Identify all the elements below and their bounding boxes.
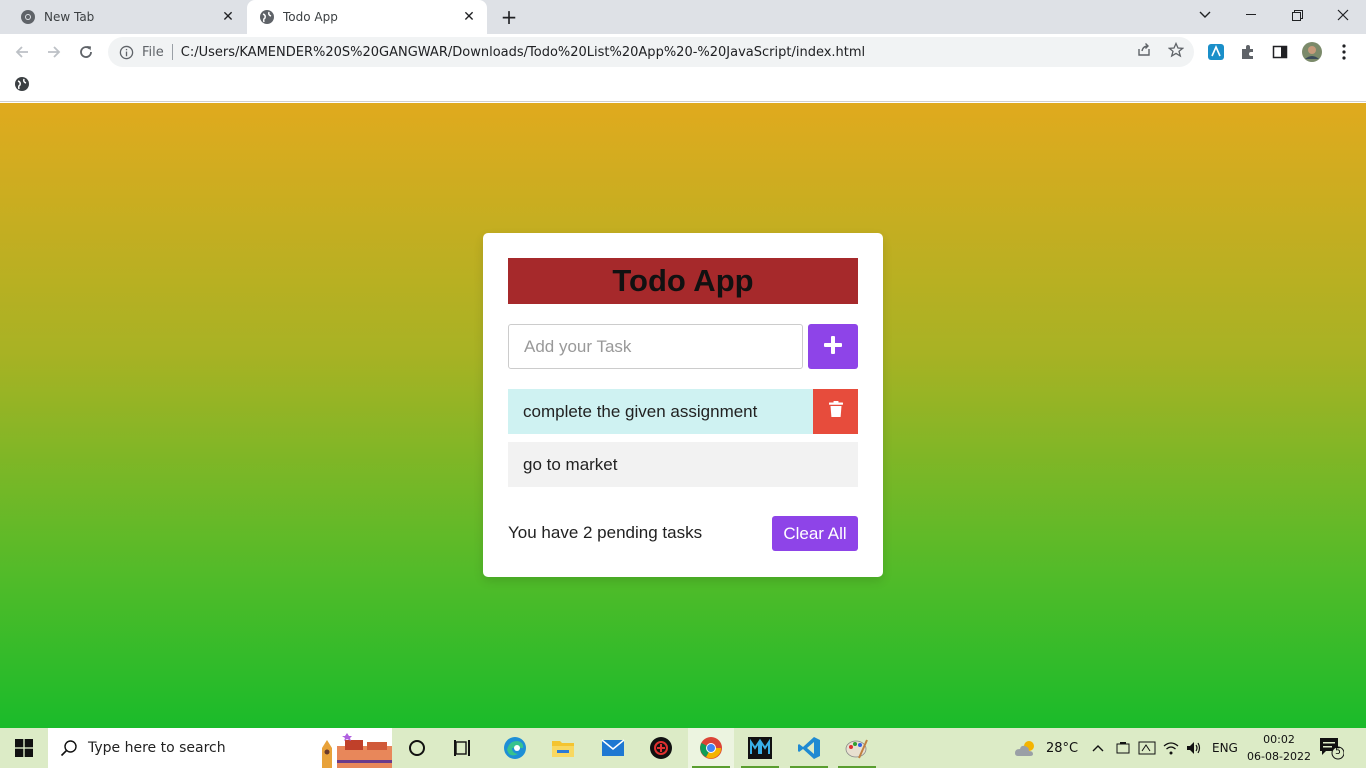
weather-widget[interactable]: 28°C xyxy=(1014,728,1078,768)
todo-item-text: complete the given assignment xyxy=(523,401,758,421)
cortana-icon[interactable] xyxy=(394,728,440,768)
back-button[interactable] xyxy=(8,38,36,66)
input-indicator-icon[interactable] xyxy=(1138,728,1156,768)
todo-item-text: go to market xyxy=(523,454,618,474)
app-title: Todo App xyxy=(508,258,858,304)
forward-button[interactable] xyxy=(40,38,68,66)
taskbar: Type here to search 28°C ENG 00:02 06-08… xyxy=(0,728,1366,768)
todo-item[interactable]: complete the given assignment xyxy=(508,389,858,434)
close-icon[interactable]: ✕ xyxy=(218,7,238,27)
tab-title: New Tab xyxy=(44,10,95,24)
chevron-up-icon xyxy=(1092,745,1104,752)
extension-app-icon[interactable] xyxy=(1206,42,1226,62)
info-icon[interactable] xyxy=(118,44,134,60)
app-red-logo-icon[interactable] xyxy=(638,728,684,768)
page-background: Todo App complete the given assignment g… xyxy=(0,103,1366,728)
chrome-icon xyxy=(20,9,36,25)
search-highlight-illustration xyxy=(322,733,392,768)
tab-search-icon[interactable] xyxy=(1182,0,1228,30)
clear-all-button[interactable]: Clear All xyxy=(772,516,858,551)
tab-strip: New Tab ✕ Todo App ✕ + xyxy=(0,0,1366,34)
bookmarks-bar xyxy=(0,70,1366,102)
delete-task-button[interactable] xyxy=(813,389,858,434)
app-blue-mm-icon[interactable] xyxy=(737,728,783,768)
mail-icon[interactable] xyxy=(590,728,636,768)
separator xyxy=(171,44,173,60)
task-input[interactable] xyxy=(508,324,803,369)
paint-icon[interactable] xyxy=(834,728,880,768)
taskbar-search[interactable]: Type here to search xyxy=(48,728,392,768)
url-text: C:/Users/KAMENDER%20S%20GANGWAR/Download… xyxy=(180,44,866,60)
notification-count: 5 xyxy=(1335,747,1341,757)
file-explorer-icon[interactable] xyxy=(540,728,586,768)
edge-icon[interactable] xyxy=(492,728,538,768)
clock[interactable]: 00:02 06-08-2022 xyxy=(1244,731,1314,765)
pending-count-text: You have 2 pending tasks xyxy=(508,523,703,542)
windows-start-icon[interactable] xyxy=(0,728,48,768)
meet-now-icon[interactable] xyxy=(1116,728,1130,768)
globe-icon xyxy=(259,9,275,25)
reload-button[interactable] xyxy=(72,38,100,66)
search-placeholder: Type here to search xyxy=(88,740,226,756)
weather-cloud-icon xyxy=(1015,741,1034,756)
tab-title: Todo App xyxy=(283,10,338,24)
weather-temp: 28°C xyxy=(1046,740,1079,756)
close-icon[interactable]: ✕ xyxy=(459,7,479,27)
extensions-puzzle-icon[interactable] xyxy=(1238,42,1258,62)
task-view-icon[interactable] xyxy=(440,728,486,768)
address-bar[interactable]: File C:/Users/KAMENDER%20S%20GANGWAR/Dow… xyxy=(108,37,1194,67)
tab-new-tab[interactable]: New Tab ✕ xyxy=(8,0,246,34)
language-indicator[interactable]: ENG xyxy=(1212,728,1238,768)
side-panel-icon[interactable] xyxy=(1270,42,1290,62)
browser-toolbar: File C:/Users/KAMENDER%20S%20GANGWAR/Dow… xyxy=(0,34,1366,70)
todo-item[interactable]: go to market xyxy=(508,442,858,487)
minimize-button[interactable] xyxy=(1228,0,1274,30)
restore-button[interactable] xyxy=(1274,0,1320,30)
menu-dots-icon[interactable] xyxy=(1334,42,1354,62)
close-window-button[interactable] xyxy=(1320,0,1366,30)
notification-center-icon[interactable]: 5 xyxy=(1318,736,1345,760)
globe-icon[interactable] xyxy=(14,76,30,92)
show-hidden-icons-button[interactable] xyxy=(1092,728,1104,768)
chrome-taskbar-icon[interactable] xyxy=(688,728,734,768)
bookmark-star-icon[interactable] xyxy=(1167,41,1185,59)
wifi-icon[interactable] xyxy=(1163,728,1179,768)
clock-time: 00:02 xyxy=(1263,733,1295,746)
language-label: ENG xyxy=(1212,741,1238,755)
new-tab-button[interactable]: + xyxy=(496,5,522,29)
plus-icon xyxy=(823,335,843,358)
tab-todo-app[interactable]: Todo App ✕ xyxy=(247,0,487,34)
profile-avatar[interactable] xyxy=(1302,42,1322,62)
volume-icon[interactable] xyxy=(1186,728,1202,768)
share-icon[interactable] xyxy=(1135,41,1153,59)
search-icon xyxy=(60,740,77,757)
todo-card: Todo App complete the given assignment g… xyxy=(483,233,883,577)
scheme-label: File xyxy=(142,44,164,60)
trash-icon xyxy=(828,401,843,422)
vscode-icon[interactable] xyxy=(786,728,832,768)
todo-list: complete the given assignment go to mark… xyxy=(508,389,858,495)
add-task-button[interactable] xyxy=(808,324,858,369)
clock-date: 06-08-2022 xyxy=(1247,750,1311,763)
